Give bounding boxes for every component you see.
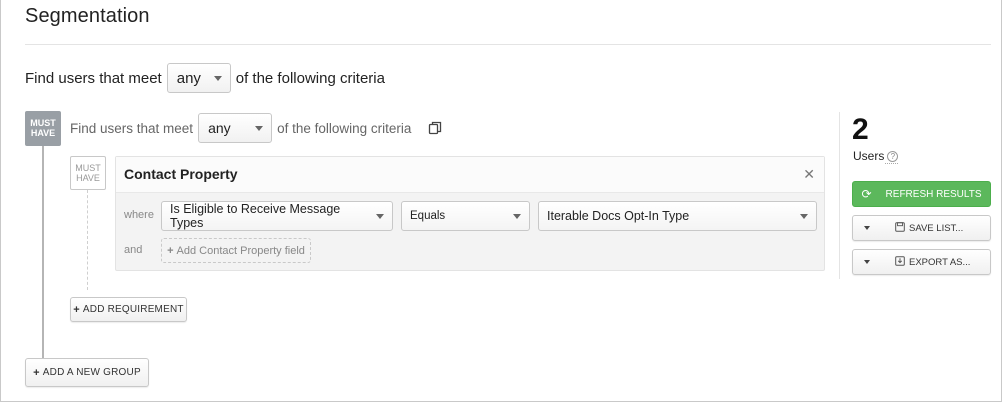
save-list-button[interactable]: SAVE LIST... — [852, 215, 991, 241]
property-value-text: Iterable Docs Opt-In Type — [547, 209, 690, 223]
inner-must-have-badge: MUST HAVE — [70, 156, 106, 190]
users-underline — [885, 163, 898, 164]
operator-value: Equals — [410, 210, 446, 222]
inner-match-value: any — [208, 120, 231, 136]
chevron-down-icon — [213, 75, 222, 81]
copy-icon[interactable] — [427, 120, 443, 136]
save-icon — [895, 221, 905, 235]
chevron-down-icon — [255, 125, 264, 131]
add-group-label: ADD A NEW GROUP — [42, 367, 141, 378]
inner-group-connector — [87, 190, 88, 290]
outer-criteria-suffix: of the following criteria — [235, 69, 385, 87]
property-value-select[interactable]: Iterable Docs Opt-In Type — [538, 201, 817, 231]
chevron-down-icon[interactable] — [864, 226, 870, 230]
outer-criteria-prefix: Find users that meet — [25, 69, 162, 87]
refresh-label: REFRESH RESULTS — [885, 188, 982, 200]
chevron-down-icon[interactable] — [864, 260, 870, 264]
export-as-button[interactable]: EXPORT AS... — [852, 249, 991, 275]
chevron-down-icon — [513, 213, 521, 219]
add-requirement-button[interactable]: + ADD REQUIREMENT — [70, 297, 187, 322]
add-contact-property-field-button[interactable]: + Add Contact Property field — [161, 238, 311, 263]
inner-criteria-suffix: of the following criteria — [277, 120, 412, 136]
users-label: Users — [853, 149, 885, 163]
title-divider — [25, 44, 991, 45]
and-label: and — [124, 244, 143, 256]
add-requirement-label: ADD REQUIREMENT — [82, 304, 184, 315]
panel-title: Contact Property — [124, 166, 238, 182]
plus-icon: + — [73, 303, 80, 316]
add-new-group-button[interactable]: + ADD A NEW GROUP — [25, 358, 149, 387]
outer-must-have-badge: MUST HAVE — [25, 111, 61, 146]
inner-match-select[interactable]: any — [198, 113, 273, 143]
plus-icon: + — [167, 244, 174, 257]
help-circle-icon[interactable]: ? — [887, 150, 899, 162]
contact-property-panel: Contact Property ✕ where Is Eligible to … — [115, 156, 825, 271]
close-icon[interactable]: ✕ — [803, 166, 815, 183]
inner-criteria-prefix: Find users that meet — [70, 120, 194, 136]
outer-match-select[interactable]: any — [166, 63, 231, 93]
outer-match-value: any — [176, 69, 201, 87]
property-field-value: Is Eligible to Receive Message Types — [170, 202, 341, 230]
save-list-label: SAVE LIST... — [909, 222, 964, 234]
outer-group-connector — [42, 146, 44, 358]
results-divider — [839, 112, 840, 279]
user-count: 2 — [852, 113, 869, 146]
chevron-down-icon — [800, 213, 808, 219]
chevron-down-icon — [376, 213, 384, 219]
export-as-label: EXPORT AS... — [909, 256, 971, 268]
refresh-results-button[interactable]: ⟳ REFRESH RESULTS — [852, 181, 991, 207]
inner-criteria-row: Find users that meet any of the followin… — [70, 113, 443, 143]
download-icon — [895, 255, 905, 269]
panel-header: Contact Property ✕ — [116, 157, 824, 193]
plus-icon: + — [33, 366, 40, 379]
refresh-icon: ⟳ — [861, 187, 872, 201]
operator-select[interactable]: Equals — [401, 201, 530, 231]
property-field-select[interactable]: Is Eligible to Receive Message Types — [161, 201, 393, 231]
add-field-label: Add Contact Property field — [176, 244, 305, 257]
outer-criteria-row: Find users that meet any of the followin… — [25, 63, 385, 93]
page-title: Segmentation — [25, 5, 150, 27]
where-label: where — [124, 209, 154, 221]
users-label-row: Users ? — [853, 149, 899, 163]
